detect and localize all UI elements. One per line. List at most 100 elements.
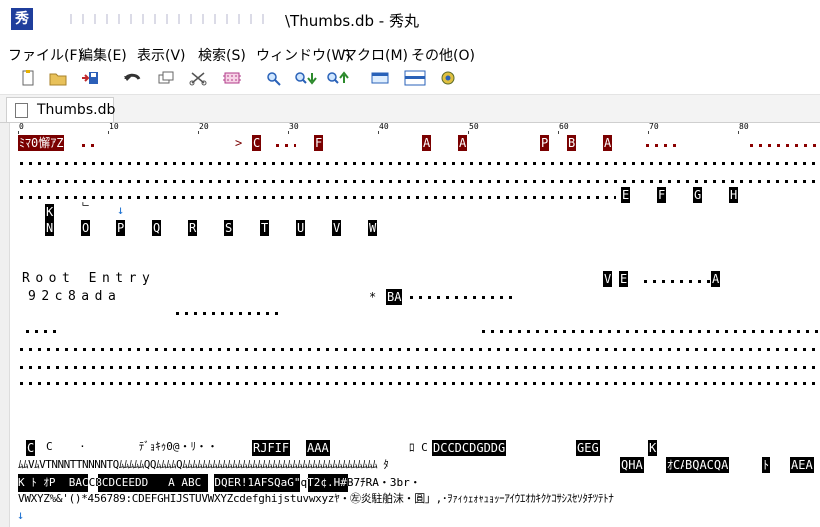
ruler-label: 50: [469, 122, 479, 131]
menu-bar: ファイル(F) 編集(E) 表示(V) 検索(S) ウィンドウ(W) マクロ(M…: [0, 41, 820, 66]
tab-thumbs-db[interactable]: Thumbs.db: [6, 97, 116, 122]
down-arrow-glyph: ↓: [17, 508, 25, 522]
search-icon[interactable]: [264, 70, 284, 90]
binary-dots: [20, 338, 820, 356]
binary-cell: BA: [386, 289, 403, 305]
window-title: \Thumbs.db - 秀丸: [285, 12, 419, 30]
binary-dots: [82, 134, 94, 152]
menu-file[interactable]: ファイル(F): [8, 45, 83, 65]
binary-cell: W: [368, 220, 378, 236]
menu-edit[interactable]: 編集(E): [79, 45, 127, 65]
tab-label: Thumbs.db: [37, 102, 116, 118]
binary-cell: Q: [152, 220, 162, 236]
binary-text: ﾑﾑVﾑVTNNNTTNNNNTQﾑﾑﾑﾑﾑQQﾑﾑﾑﾑQﾑﾑﾑﾑﾑﾑﾑﾑﾑﾑﾑ…: [18, 458, 389, 471]
binary-dots: [20, 372, 820, 390]
binary-cell: K: [45, 204, 55, 220]
binary-dots: [20, 186, 616, 204]
binary-cell: ﾄ: [762, 457, 771, 473]
binary-cell: T: [260, 220, 270, 236]
paste-icon[interactable]: [222, 70, 242, 90]
binary-dots: [276, 134, 296, 152]
save-icon[interactable]: [80, 70, 100, 90]
binary-cell: ᄂ: [81, 202, 91, 213]
binary-cell: C: [252, 135, 262, 151]
line-gutter: [0, 123, 10, 527]
binary-cell: K: [648, 440, 658, 456]
binary-cell: AAA: [306, 440, 330, 456]
binary-dots: [750, 134, 820, 152]
binary-cell: GEG: [576, 440, 600, 456]
binary-cell: F: [314, 135, 324, 151]
binary-cell: A: [711, 271, 721, 287]
binary-cell: B: [567, 135, 577, 151]
binary-text: C · ﾃﾞｮｷｩ0@・ﾘ・・: [46, 440, 218, 453]
binary-cell: E: [619, 271, 629, 287]
open-folder-icon[interactable]: [48, 70, 68, 90]
binary-cell: F: [657, 187, 667, 203]
binary-dots: [482, 320, 820, 338]
cut-icon[interactable]: [188, 70, 208, 90]
split-icon[interactable]: [404, 70, 426, 90]
toolbar: [0, 66, 820, 95]
menu-other[interactable]: その他(O): [411, 45, 475, 65]
binary-cell: U: [296, 220, 306, 236]
tab-bar: Thumbs.db: [0, 95, 820, 123]
binary-cell: E: [621, 187, 631, 203]
binary-dots: [26, 320, 56, 338]
ruler-label: 80: [739, 122, 749, 131]
binary-text: ﾛ C: [409, 441, 428, 454]
binary-cell: A: [422, 135, 432, 151]
ruler-label: 20: [199, 122, 209, 131]
binary-cell: C: [26, 440, 36, 456]
arrow-glyph: >: [235, 136, 243, 150]
binary-dots: [646, 134, 680, 152]
binary-dots: [410, 286, 518, 304]
binary-cell: AEA: [790, 457, 814, 473]
binary-cell: G: [693, 187, 703, 203]
binary-cell: V: [332, 220, 342, 236]
ruler-label: 30: [289, 122, 299, 131]
binary-text-inner: K ﾄ ｵP BACCBCDCEEDD A ABC DQER!1AFSQaG"q…: [18, 476, 421, 489]
binary-cell: A: [458, 135, 468, 151]
text-editor[interactable]: ﾐﾏ0懈ｱZ > C F A A P B A E F G H K ᄂ ↓ N O…: [16, 134, 820, 527]
binary-cell: BQACQA: [684, 457, 730, 473]
binary-cell: R: [188, 220, 198, 236]
binary-cell: ﾐﾏ0懈ｱZ: [18, 135, 65, 151]
binary-cell: S: [224, 220, 234, 236]
binary-cell: RJFIF: [252, 440, 291, 456]
binary-text: VWXYZ%&'()*456789:CDEFGHIJSTUVWXYZcdefgh…: [18, 492, 614, 505]
macro-icon[interactable]: [438, 70, 458, 90]
binary-cell: *: [369, 290, 377, 304]
menu-search[interactable]: 検索(S): [198, 45, 246, 65]
ruler-label: 60: [559, 122, 569, 131]
new-file-icon[interactable]: [18, 70, 38, 90]
binary-dots: [644, 270, 710, 288]
copy-icon[interactable]: [156, 70, 176, 90]
menu-macro[interactable]: マクロ(M): [343, 45, 408, 65]
binary-cell: QHA: [620, 457, 644, 473]
title-bar: 秀 \Thumbs.db - 秀丸: [0, 0, 820, 40]
binary-cell: V: [603, 271, 613, 287]
binary-cell: O: [81, 220, 91, 236]
search-up-icon[interactable]: [326, 70, 349, 90]
ruler-label: 10: [109, 122, 119, 131]
ruler-label: 0: [19, 122, 24, 131]
undo-icon[interactable]: [122, 70, 142, 90]
binary-cell: A: [603, 135, 613, 151]
ruler-label: 70: [649, 122, 659, 131]
hidemaru-app-icon[interactable]: 秀: [11, 8, 33, 30]
down-arrow-glyph: ↓: [117, 203, 125, 217]
hash-text: 92c8ada: [28, 289, 122, 304]
binary-cell: P: [116, 220, 126, 236]
binary-cell: H: [729, 187, 739, 203]
window-icon[interactable]: [370, 70, 390, 90]
search-down-icon[interactable]: [294, 70, 317, 90]
binary-dots: [20, 152, 820, 170]
root-entry-text: Root Entry: [22, 271, 156, 286]
menu-window[interactable]: ウィンドウ(W): [256, 45, 351, 65]
binary-cell: DCCDCDGDDG: [432, 440, 507, 456]
menu-view[interactable]: 表示(V): [137, 45, 186, 65]
binary-dots: [176, 302, 280, 320]
blurred-path: [70, 14, 270, 24]
binary-cell: N: [45, 220, 55, 236]
